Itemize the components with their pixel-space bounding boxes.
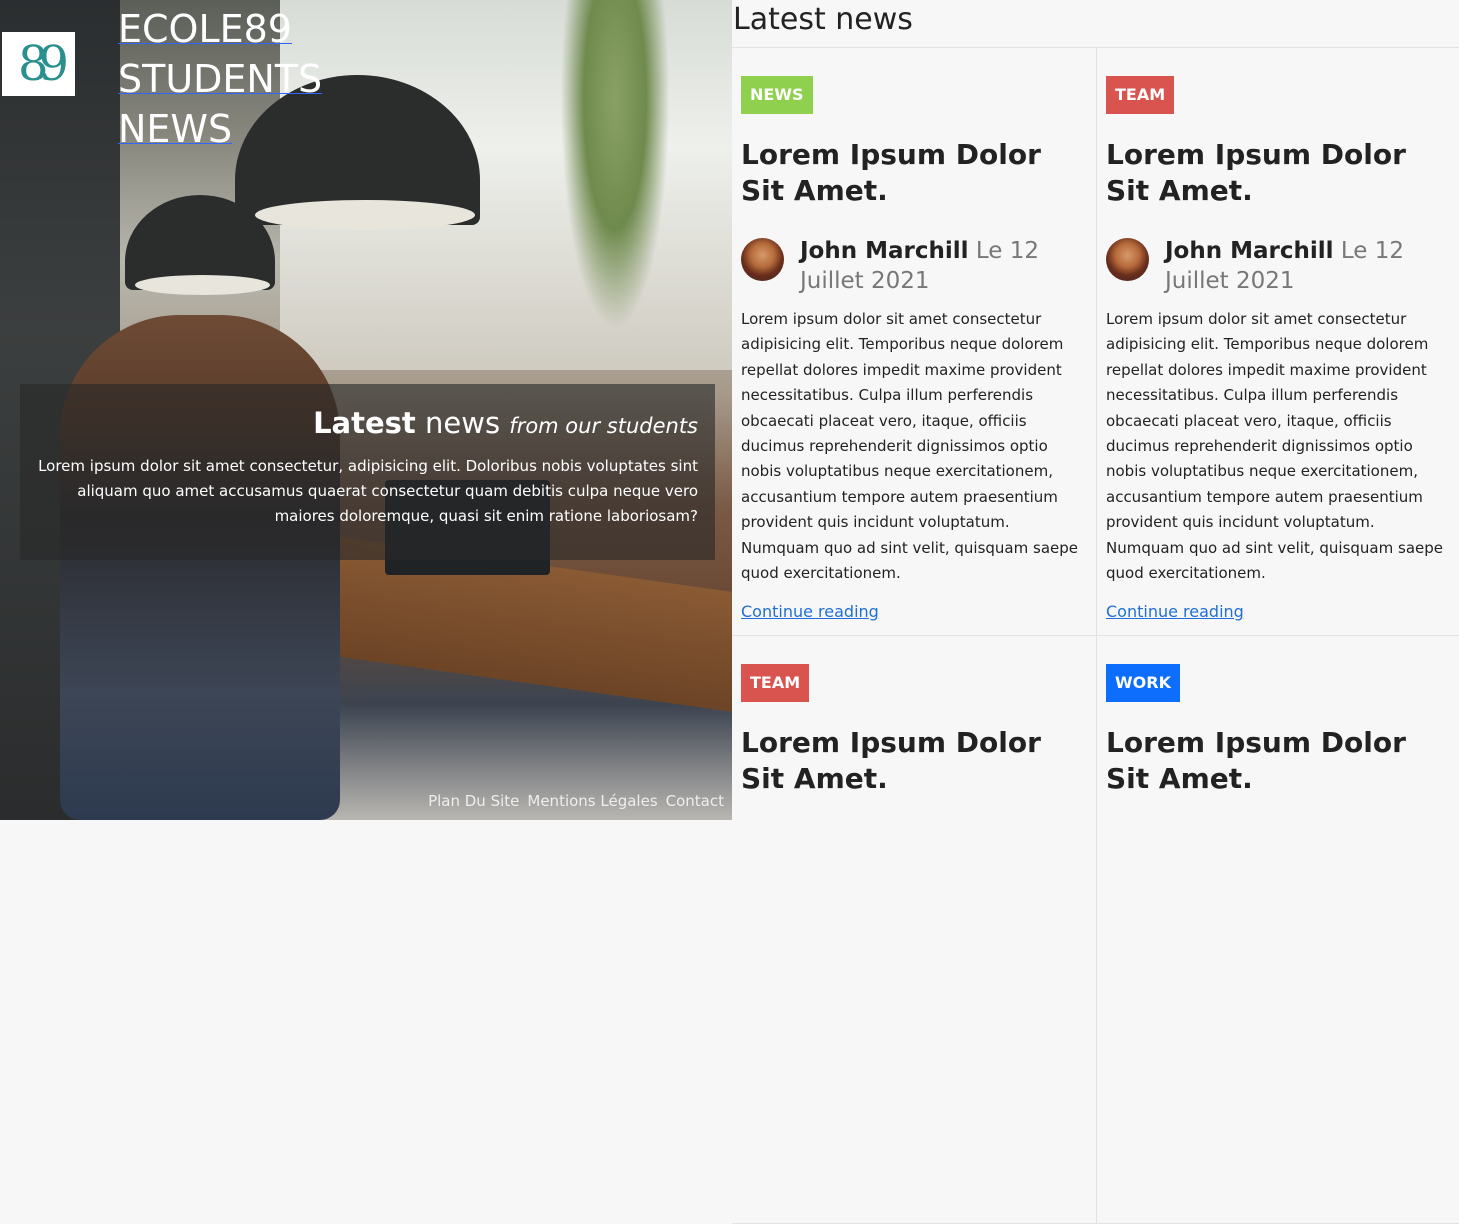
card-title[interactable]: Lorem Ipsum Dolor Sit Amet. — [1106, 725, 1451, 797]
category-badge[interactable]: TEAM — [741, 664, 810, 702]
category-badge[interactable]: TEAM — [1106, 76, 1175, 114]
card-title[interactable]: Lorem Ipsum Dolor Sit Amet. — [1106, 137, 1451, 209]
author-block: John Marchill Le 12 Juillet 2021 — [741, 236, 1080, 296]
site-title-line-2[interactable]: STUDENTS — [118, 54, 322, 104]
category-badge[interactable]: NEWS — [741, 76, 813, 114]
author-name: John Marchill — [1165, 238, 1334, 264]
author-name: John Marchill — [800, 238, 969, 264]
category-badge[interactable]: WORK — [1106, 664, 1180, 702]
news-card: TEAM Lorem Ipsum Dolor Sit Amet. John Ma… — [1097, 48, 1459, 636]
logo-mark: 89 — [17, 36, 69, 92]
news-panel: Latest news NEWS Lorem Ipsum Dolor Sit A… — [732, 0, 1459, 1224]
hero-heading: Latest news from our students — [313, 406, 698, 440]
footer-link-contact[interactable]: Contact — [666, 792, 724, 810]
hero-heading-rest: news — [425, 406, 501, 440]
avatar — [1106, 238, 1149, 281]
page-title: Latest news — [733, 2, 913, 37]
hero-overlay: Latest news from our students Lorem ipsu… — [20, 384, 715, 560]
card-title[interactable]: Lorem Ipsum Dolor Sit Amet. — [741, 137, 1086, 209]
avatar — [741, 238, 784, 281]
continue-reading-link[interactable]: Continue reading — [1106, 602, 1244, 621]
author-text: John Marchill Le 12 Juillet 2021 — [1165, 236, 1445, 296]
site-title: ECOLE89 STUDENTS NEWS — [118, 4, 322, 154]
hero-photo-lamp-light — [135, 275, 270, 295]
hero-heading-bold: Latest — [313, 406, 416, 440]
news-card: TEAM Lorem Ipsum Dolor Sit Amet. — [732, 636, 1097, 1224]
footer-link-legal[interactable]: Mentions Légales — [527, 792, 657, 810]
hero-section: 89 ECOLE89 STUDENTS NEWS Latest news fro… — [0, 0, 732, 820]
author-block: John Marchill Le 12 Juillet 2021 — [1106, 236, 1445, 296]
hero-photo-tree — [560, 0, 670, 330]
hero-heading-em: from our students — [509, 414, 698, 438]
card-excerpt: Lorem ipsum dolor sit amet consectetur a… — [741, 310, 1078, 583]
hero-description: Lorem ipsum dolor sit amet consectetur, … — [38, 457, 698, 525]
site-title-line-1[interactable]: ECOLE89 — [118, 4, 322, 54]
news-card: NEWS Lorem Ipsum Dolor Sit Amet. John Ma… — [732, 48, 1097, 636]
card-title[interactable]: Lorem Ipsum Dolor Sit Amet. — [741, 725, 1086, 797]
school-logo[interactable]: 89 — [2, 32, 75, 96]
footer-link-sitemap[interactable]: Plan Du Site — [428, 792, 519, 810]
author-text: John Marchill Le 12 Juillet 2021 — [800, 236, 1080, 296]
footer-links: Plan Du Site Mentions Légales Contact — [428, 792, 724, 810]
continue-reading-link[interactable]: Continue reading — [741, 602, 879, 621]
card-excerpt: Lorem ipsum dolor sit amet consectetur a… — [1106, 310, 1443, 583]
site-title-line-3[interactable]: NEWS — [118, 104, 322, 154]
news-card: WORK Lorem Ipsum Dolor Sit Amet. — [1097, 636, 1459, 1224]
news-grid: NEWS Lorem Ipsum Dolor Sit Amet. John Ma… — [732, 47, 1459, 1224]
hero-photo-lamp-light — [255, 200, 475, 230]
